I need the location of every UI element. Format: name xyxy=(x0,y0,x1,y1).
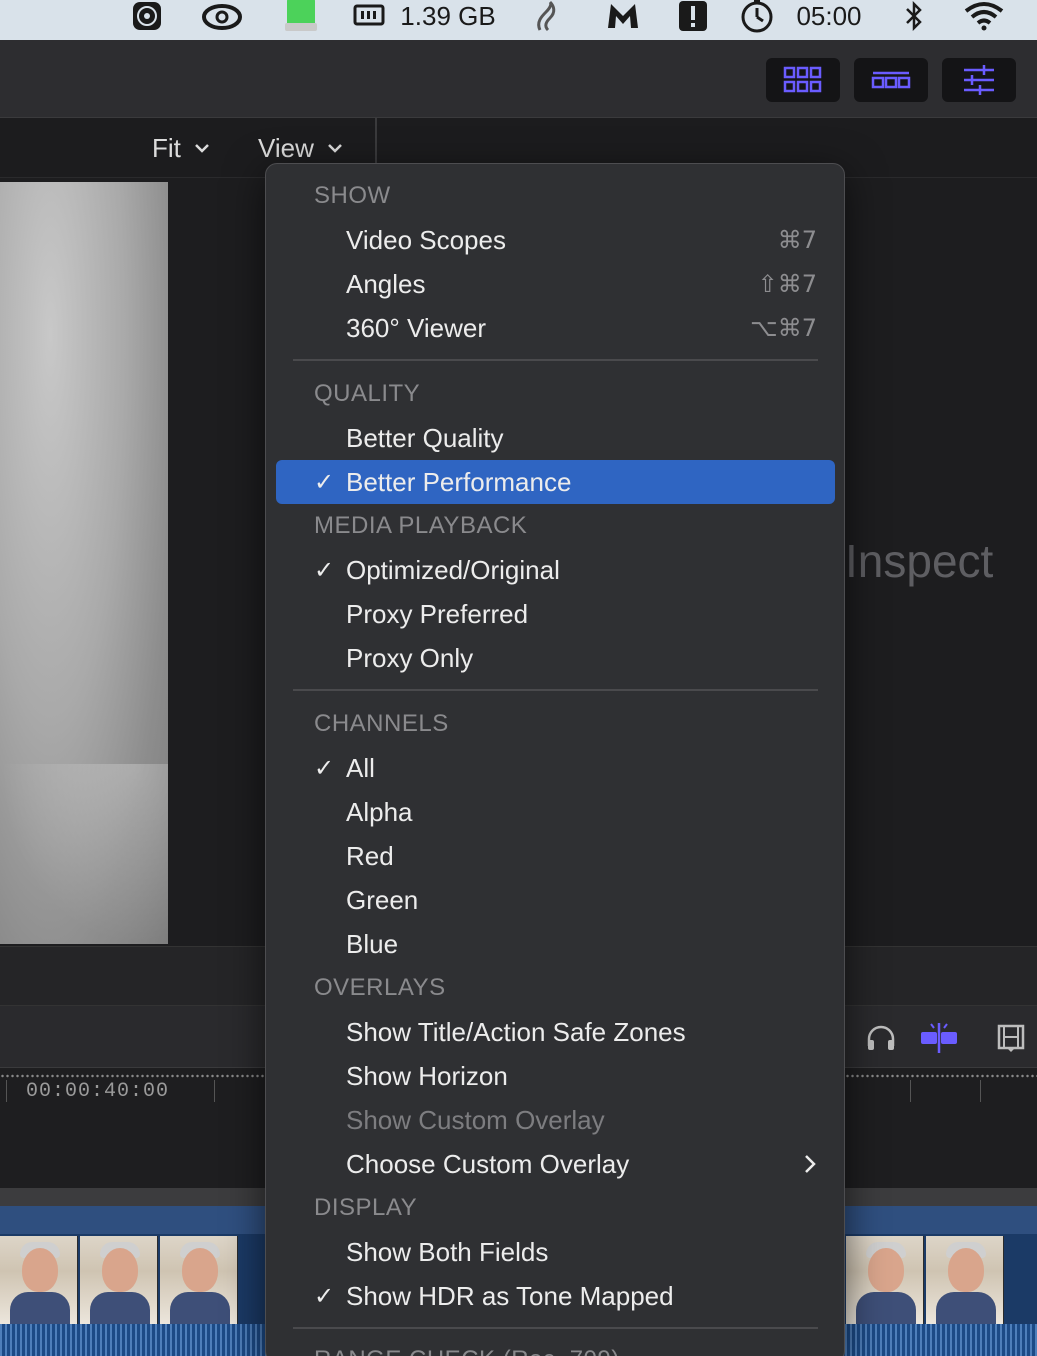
ruler-tick xyxy=(214,1080,215,1102)
menu-item-label: Show Both Fields xyxy=(346,1236,549,1267)
ruler-tick xyxy=(6,1080,7,1102)
menu-item-label: Video Scopes xyxy=(346,224,506,255)
view-popup-label: View xyxy=(258,132,314,163)
inspector-placeholder: Inspect xyxy=(845,535,994,587)
menu-item-label: Show Title/Action Safe Zones xyxy=(346,1016,686,1047)
clip-thumbnail xyxy=(846,1236,924,1324)
menu-item-angles[interactable]: Angles ⇧⌘7 xyxy=(276,262,835,306)
menu-item-label: Show Custom Overlay xyxy=(346,1104,605,1135)
sliders-icon xyxy=(964,65,994,95)
section-overlays: OVERLAYS xyxy=(314,974,446,1001)
menu-item-label: Show Horizon xyxy=(346,1060,508,1091)
menu-item-label: Green xyxy=(346,884,419,915)
headphones-icon[interactable] xyxy=(864,1022,898,1054)
menu-item-label: Proxy Only xyxy=(346,642,474,673)
malwarebytes-icon[interactable] xyxy=(604,0,642,32)
menu-item-label: Red xyxy=(346,840,394,871)
memory-icon[interactable] xyxy=(352,0,386,32)
creative-cloud-icon[interactable] xyxy=(200,0,244,32)
menu-item-optimized-original[interactable]: ✓ Optimized/Original xyxy=(276,548,835,592)
bluetooth-icon[interactable] xyxy=(900,0,928,32)
checkmark-icon: ✓ xyxy=(314,754,335,782)
timeline-toggle-button[interactable] xyxy=(854,58,928,102)
menu-item-proxy-only[interactable]: Proxy Only xyxy=(276,636,835,680)
section-media-playback: MEDIA PLAYBACK xyxy=(314,512,528,539)
menu-item-label: Angles xyxy=(346,268,426,299)
clip-thumbnail xyxy=(80,1236,158,1324)
app-toolbar xyxy=(0,40,1037,118)
alert-icon[interactable] xyxy=(676,0,710,32)
menu-separator xyxy=(293,359,818,361)
menu-item-label: Proxy Preferred xyxy=(346,598,529,629)
clip-thumbnail xyxy=(160,1236,238,1324)
zoom-popup-label: Fit xyxy=(152,132,181,163)
chevron-down-icon xyxy=(195,144,209,153)
view-menu: SHOW Video Scopes ⌘7 Angles ⇧⌘7 360° Vie… xyxy=(265,163,845,1356)
menu-item-red[interactable]: Red xyxy=(276,834,835,878)
clip-thumbnail xyxy=(926,1236,1004,1324)
menu-item-all[interactable]: ✓ All xyxy=(276,746,835,790)
menu-item-show-horizon[interactable]: Show Horizon xyxy=(276,1054,835,1098)
skimming-icon[interactable] xyxy=(918,1020,960,1056)
ruler-tick xyxy=(910,1080,911,1102)
menu-item-label: Choose Custom Overlay xyxy=(346,1148,630,1179)
menu-item-360-viewer[interactable]: 360° Viewer ⌥⌘7 xyxy=(276,306,835,350)
menu-item-label: Alpha xyxy=(346,796,413,827)
section-range-check: RANGE CHECK (Rec. 709) xyxy=(314,1346,620,1356)
menu-item-blue[interactable]: Blue xyxy=(276,922,835,966)
storage-readout[interactable]: 1.39 GB xyxy=(398,0,498,32)
menu-item-video-scopes[interactable]: Video Scopes ⌘7 xyxy=(276,218,835,262)
wifi-icon[interactable] xyxy=(962,0,1006,32)
menu-item-shortcut: ⇧⌘7 xyxy=(757,270,817,298)
timer-icon[interactable] xyxy=(738,0,776,33)
section-show: SHOW xyxy=(314,182,391,209)
grid-icon xyxy=(783,66,822,93)
menu-item-safe-zones[interactable]: Show Title/Action Safe Zones xyxy=(276,1010,835,1054)
menu-item-choose-custom-overlay[interactable]: Choose Custom Overlay xyxy=(276,1142,835,1186)
clip-thumbnail xyxy=(0,1236,78,1324)
menu-item-proxy-preferred[interactable]: Proxy Preferred xyxy=(276,592,835,636)
video-frame[interactable] xyxy=(0,182,168,944)
menu-item-label: Show HDR as Tone Mapped xyxy=(346,1280,674,1311)
menu-separator xyxy=(293,689,818,691)
menu-item-hdr-tone-mapped[interactable]: ✓ Show HDR as Tone Mapped xyxy=(276,1274,835,1318)
inspector-toggle-button[interactable] xyxy=(942,58,1016,102)
section-channels: CHANNELS xyxy=(314,710,449,737)
menu-item-label: Better Quality xyxy=(346,422,504,453)
menu-item-show-both-fields[interactable]: Show Both Fields xyxy=(276,1230,835,1274)
clock-text[interactable]: 05:00 xyxy=(784,0,874,32)
ruler-timecode: 00:00:40:00 xyxy=(26,1080,170,1103)
menu-item-label: Blue xyxy=(346,928,399,959)
menu-separator xyxy=(293,1327,818,1329)
section-quality: QUALITY xyxy=(314,380,421,407)
surfshark-icon[interactable] xyxy=(530,0,562,32)
menu-item-label: All xyxy=(346,752,375,783)
checkmark-icon: ✓ xyxy=(314,556,335,584)
menu-item-better-performance[interactable]: ✓ Better Performance xyxy=(276,460,835,504)
menu-bar: 1.39 GB 05:00 xyxy=(0,0,1037,40)
checkmark-icon: ✓ xyxy=(314,1282,335,1310)
menu-item-shortcut: ⌘7 xyxy=(777,226,817,254)
section-display: DISPLAY xyxy=(314,1194,418,1221)
chevron-down-icon xyxy=(328,144,342,153)
view-popup[interactable]: View xyxy=(258,130,344,166)
checkmark-icon: ✓ xyxy=(314,468,335,496)
browser-toggle-button[interactable] xyxy=(766,58,840,102)
chevron-right-icon xyxy=(805,1155,816,1173)
timeline-icon xyxy=(871,71,911,89)
menu-item-better-quality[interactable]: Better Quality xyxy=(276,416,835,460)
menu-item-green[interactable]: Green xyxy=(276,878,835,922)
disk-utility-icon[interactable] xyxy=(130,0,164,32)
menu-item-label: 360° Viewer xyxy=(346,312,487,343)
ruler-tick xyxy=(980,1080,981,1102)
zoom-popup[interactable]: Fit xyxy=(152,130,211,166)
clip-appearance-icon[interactable] xyxy=(996,1022,1026,1054)
menu-item-shortcut: ⌥⌘7 xyxy=(750,314,817,342)
menu-item-show-custom-overlay: Show Custom Overlay xyxy=(276,1098,835,1142)
menu-item-alpha[interactable]: Alpha xyxy=(276,790,835,834)
drive-icon[interactable] xyxy=(282,0,320,32)
menu-item-label: Optimized/Original xyxy=(346,554,560,585)
menu-item-label: Better Performance xyxy=(346,466,572,497)
